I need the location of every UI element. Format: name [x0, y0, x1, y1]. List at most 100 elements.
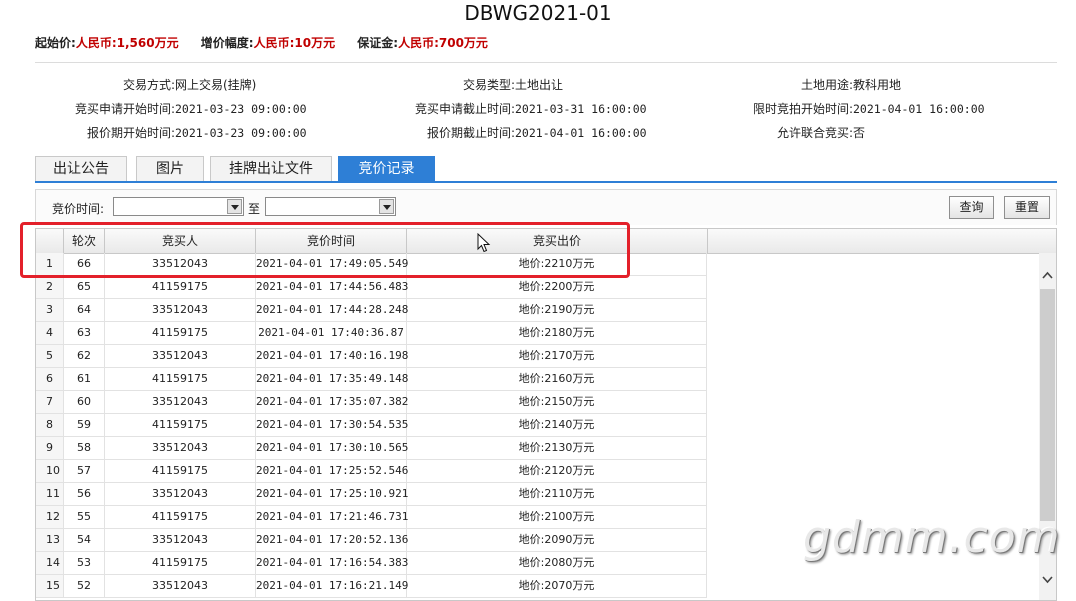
- cell-index: 7: [36, 391, 64, 413]
- table-row[interactable]: 10 57 41159175 2021-04-01 17:25:52.546 地价:21…: [36, 460, 707, 483]
- page-title: DBWG2021-01: [464, 1, 612, 25]
- table-row[interactable]: 15 52 33512043 2021-04-01 17:16:21.149 地价:20…: [36, 575, 707, 598]
- cell-index: 12: [36, 506, 64, 528]
- joint-label: 允许联合竞买:: [776, 126, 853, 140]
- cell-bidder: 41159175: [105, 322, 256, 344]
- cell-bid-price: 地价:2190万元: [407, 299, 707, 321]
- cell-round: 53: [64, 552, 105, 574]
- cell-bidder: 41159175: [105, 552, 256, 574]
- cell-bid-time: 2021-04-01 17:20:52.136: [256, 529, 408, 551]
- cell-bid-time: 2021-04-01 17:35:07.382: [256, 391, 408, 413]
- cell-index: 9: [36, 437, 64, 459]
- reset-button[interactable]: 重置: [1004, 196, 1050, 219]
- chevron-down-icon[interactable]: [379, 199, 394, 214]
- cell-round: 63: [64, 322, 105, 344]
- cell-round: 58: [64, 437, 105, 459]
- cell-bid-time: 2021-04-01 17:16:21.149: [256, 575, 408, 597]
- deposit-value: 人民币:700万元: [398, 36, 488, 50]
- bid-time-label: 竞价时间:: [52, 202, 105, 216]
- table-row[interactable]: 9 58 33512043 2021-04-01 17:30:10.565 地价:213…: [36, 437, 707, 460]
- cell-round: 61: [64, 368, 105, 390]
- apply-start-value: 2021-03-23 09:00:00: [175, 102, 307, 116]
- cell-bidder: 41159175: [105, 506, 256, 528]
- cell-bid-price: 地价:2140万元: [407, 414, 707, 436]
- bid-time-from-select[interactable]: [113, 197, 244, 216]
- cell-bid-price: 地价:2070万元: [407, 575, 707, 597]
- apply-end-label: 竞买申请截止时间:: [414, 102, 515, 116]
- cell-round: 60: [64, 391, 105, 413]
- cell-bid-price: 地价:2110万元: [407, 483, 707, 505]
- cell-index: 5: [36, 345, 64, 367]
- deposit-label: 保证金:: [357, 36, 399, 50]
- cell-bid-price: 地价:2080万元: [407, 552, 707, 574]
- table-row[interactable]: 7 60 33512043 2021-04-01 17:35:07.382 地价:215…: [36, 391, 707, 414]
- cell-bid-time: 2021-04-01 17:25:10.921: [256, 483, 408, 505]
- cell-round: 62: [64, 345, 105, 367]
- table-row[interactable]: 3 64 33512043 2021-04-01 17:44:28.248 地价:219…: [36, 299, 707, 322]
- table-row[interactable]: 11 56 33512043 2021-04-01 17:25:10.921 地价:21…: [36, 483, 707, 506]
- start-price-value: 人民币:1,560万元: [75, 36, 179, 50]
- cell-bid-time: 2021-04-01 17:44:28.248: [256, 299, 408, 321]
- tab-announcement[interactable]: 出让公告: [35, 156, 127, 181]
- land-use-label: 土地用途:: [800, 78, 853, 92]
- cell-index: 13: [36, 529, 64, 551]
- mouse-cursor-icon: [477, 233, 491, 253]
- scroll-up-icon[interactable]: [1039, 267, 1056, 284]
- trade-type-value: 土地出让: [515, 78, 564, 92]
- cell-bid-time: 2021-04-01 17:40:16.198: [256, 345, 408, 367]
- increment-value: 人民币:10万元: [253, 36, 336, 50]
- filter-bar: 竞价时间: 至 查询 重置: [35, 189, 1057, 225]
- info-quote-start: 报价期开始时间:2021-03-23 09:00:00: [35, 125, 307, 141]
- table-row[interactable]: 4 63 41159175 2021-04-01 17:40:36.87 地价:2180…: [36, 322, 707, 345]
- cell-bid-price: 地价:2090万元: [407, 529, 707, 551]
- apply-start-label: 竞买申请开始时间:: [74, 102, 175, 116]
- cell-bid-price: 地价:2130万元: [407, 437, 707, 459]
- table-row[interactable]: 12 55 41159175 2021-04-01 17:21:46.731 地价:21…: [36, 506, 707, 529]
- info-quote-end: 报价期截止时间:2021-04-01 16:00:00: [375, 125, 647, 141]
- cell-bid-time: 2021-04-01 17:35:49.148: [256, 368, 408, 390]
- query-button[interactable]: 查询: [949, 196, 994, 219]
- table-row[interactable]: 14 53 41159175 2021-04-01 17:16:54.383 地价:20…: [36, 552, 707, 575]
- cell-round: 59: [64, 414, 105, 436]
- divider: [35, 62, 1057, 63]
- info-land-use: 土地用途:教科用地: [713, 77, 901, 93]
- cell-index: 2: [36, 276, 64, 298]
- table-row[interactable]: 8 59 41159175 2021-04-01 17:30:54.535 地价:214…: [36, 414, 707, 437]
- cell-bid-price: 地价:2180万元: [407, 322, 707, 344]
- cell-bidder: 41159175: [105, 460, 256, 482]
- cell-bid-price: 地价:2100万元: [407, 506, 707, 528]
- table-row[interactable]: 2 65 41159175 2021-04-01 17:44:56.483 地价:220…: [36, 276, 707, 299]
- cell-bid-time: 2021-04-01 17:16:54.383: [256, 552, 408, 574]
- chevron-down-icon[interactable]: [227, 199, 242, 214]
- joint-value: 否: [853, 126, 866, 140]
- cell-bid-time: 2021-04-01 17:40:36.87: [256, 322, 407, 344]
- info-apply-start: 竞买申请开始时间:2021-03-23 09:00:00: [35, 101, 307, 117]
- cell-round: 65: [64, 276, 105, 298]
- info-trade-type: 交易类型:土地出让: [375, 77, 563, 93]
- table-row[interactable]: 6 61 41159175 2021-04-01 17:35:49.148 地价:216…: [36, 368, 707, 391]
- scrollbar-thumb[interactable]: [1040, 289, 1055, 521]
- cell-bid-price: 地价:2200万元: [407, 276, 707, 298]
- trade-mode-value: 网上交易(挂牌): [175, 78, 257, 92]
- tab-images[interactable]: 图片: [136, 156, 204, 181]
- cell-index: 4: [36, 322, 64, 344]
- table-row[interactable]: 13 54 33512043 2021-04-01 17:20:52.136 地价:20…: [36, 529, 707, 552]
- cell-bid-price: 地价:2150万元: [407, 391, 707, 413]
- info-apply-end: 竞买申请截止时间:2021-03-31 16:00:00: [375, 101, 647, 117]
- cell-bidder: 33512043: [105, 437, 256, 459]
- cell-bid-price: 地价:2160万元: [407, 368, 707, 390]
- cell-index: 3: [36, 299, 64, 321]
- tab-listing-docs[interactable]: 挂牌出让文件: [210, 156, 332, 181]
- limit-start-value: 2021-04-01 16:00:00: [853, 102, 985, 116]
- cell-index: 14: [36, 552, 64, 574]
- quote-start-value: 2021-03-23 09:00:00: [175, 126, 307, 140]
- cell-bidder: 41159175: [105, 414, 256, 436]
- cell-index: 11: [36, 483, 64, 505]
- info-limit-start: 限时竞拍开始时间:2021-04-01 16:00:00: [713, 101, 985, 117]
- bid-time-to-select[interactable]: [265, 197, 396, 216]
- trade-mode-label: 交易方式:: [122, 78, 175, 92]
- start-price-label: 起始价:: [35, 36, 76, 50]
- tab-bid-records[interactable]: 竞价记录: [338, 156, 435, 181]
- scroll-down-icon[interactable]: [1039, 571, 1056, 588]
- table-row[interactable]: 5 62 33512043 2021-04-01 17:40:16.198 地价:217…: [36, 345, 707, 368]
